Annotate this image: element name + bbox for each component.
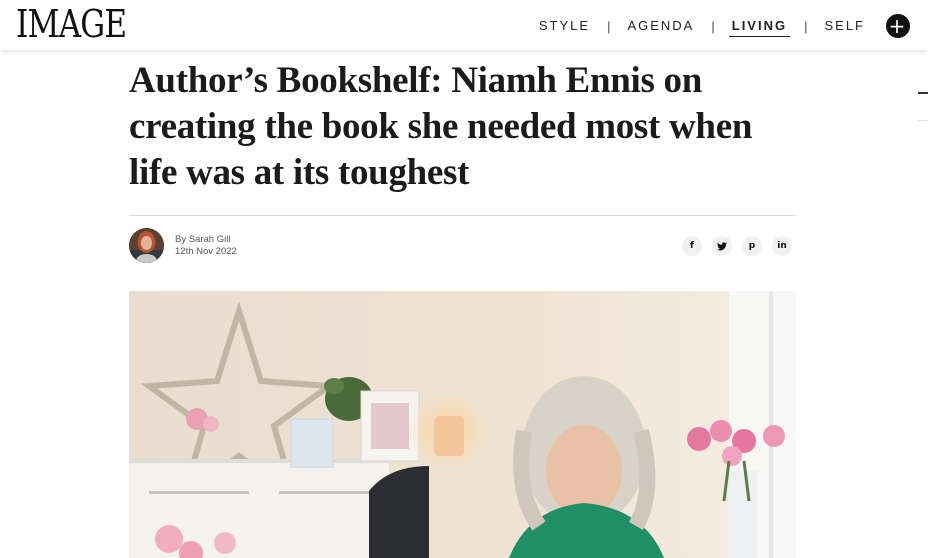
byline-date: 12th Nov 2022 <box>175 246 237 257</box>
author-avatar[interactable] <box>129 228 164 263</box>
nav-item-style[interactable]: STYLE <box>536 15 593 37</box>
pinterest-icon[interactable]: p <box>742 236 762 256</box>
hero-image <box>129 291 796 558</box>
site-logo[interactable]: IMAGE <box>16 2 127 46</box>
byline-author[interactable]: By Sarah Gill <box>175 234 237 246</box>
nav-item-living[interactable]: LIVING <box>728 15 791 37</box>
site-header: IMAGE STYLE | AGENDA | LIVING | SELF + <box>0 0 928 50</box>
plus-circle-icon[interactable]: + <box>886 14 910 38</box>
share-buttons: f p in <box>682 236 792 256</box>
article-headline: Author’s Bookshelf: Niamh Ennis on creat… <box>129 60 753 193</box>
byline: By Sarah Gill 12th Nov 2022 <box>175 234 237 258</box>
side-rule <box>918 120 928 121</box>
twitter-icon[interactable] <box>712 236 732 256</box>
side-rule <box>918 92 928 94</box>
main-nav: STYLE | AGENDA | LIVING | SELF + <box>536 14 910 38</box>
facebook-icon[interactable]: f <box>682 236 702 256</box>
nav-item-agenda[interactable]: AGENDA <box>624 15 697 37</box>
divider <box>129 215 796 216</box>
nav-separator: | <box>804 18 808 34</box>
nav-separator: | <box>711 18 715 34</box>
nav-item-self[interactable]: SELF <box>821 15 868 37</box>
nav-separator: | <box>607 18 611 34</box>
linkedin-icon[interactable]: in <box>772 236 792 256</box>
